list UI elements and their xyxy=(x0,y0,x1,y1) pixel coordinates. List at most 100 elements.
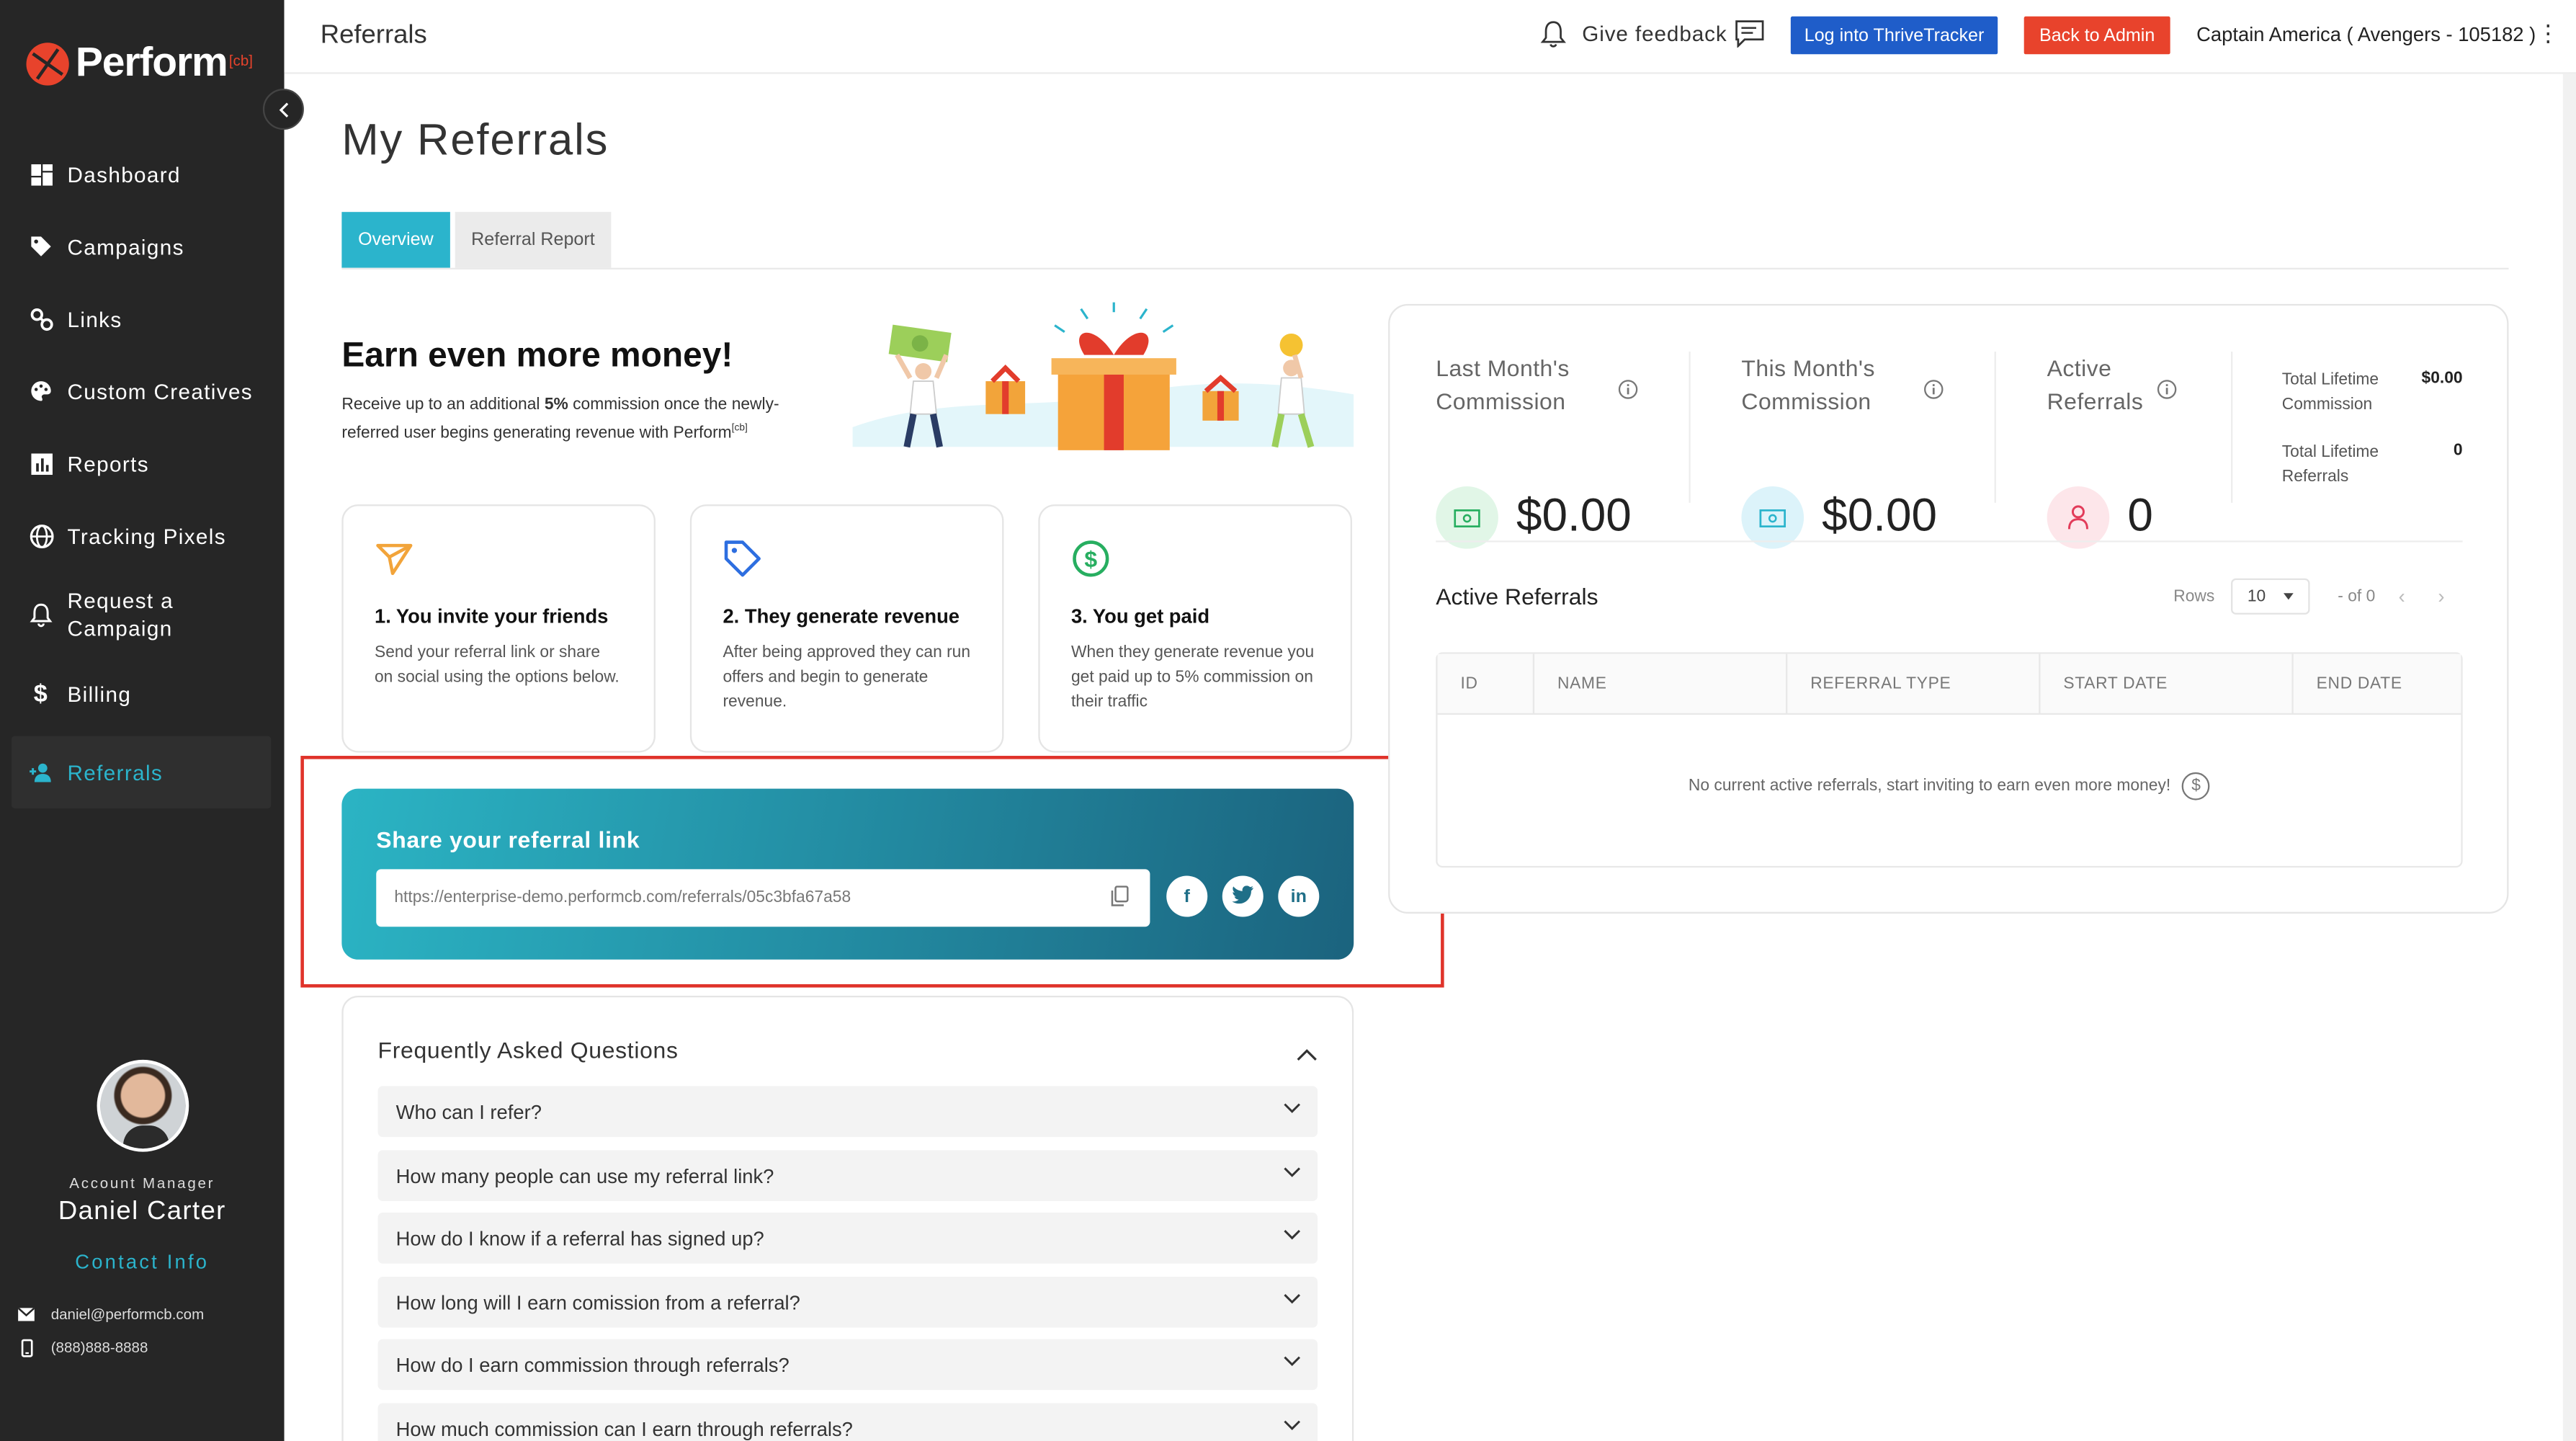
stat-label: This Month's Commission xyxy=(1741,354,1875,414)
faq-item[interactable]: How do I know if a referral has signed u… xyxy=(377,1213,1318,1264)
sidebar-item-referrals[interactable]: Referrals xyxy=(11,736,272,809)
account-email-row[interactable]: daniel@performcb.com xyxy=(0,1298,285,1331)
account-manager-name: Daniel Carter xyxy=(58,1197,226,1226)
column-header-name[interactable]: NAME xyxy=(1534,653,1788,715)
brand-suffix: [cb] xyxy=(228,51,253,68)
stat-divider xyxy=(1689,352,1691,503)
perform-logo-icon xyxy=(26,42,69,85)
promo-description: Receive up to an additional 5% commissio… xyxy=(341,394,834,445)
user-menu[interactable]: Captain America ( Avengers - 105182 ) xyxy=(2196,23,2536,46)
sidebar-item-request-campaign[interactable]: Request a Campaign xyxy=(0,572,285,658)
info-icon[interactable] xyxy=(1618,378,1638,408)
sidebar-item-custom-creatives[interactable]: Custom Creatives xyxy=(0,355,285,427)
caret-down-icon xyxy=(2284,593,2294,600)
chevron-right-icon[interactable]: › xyxy=(2438,585,2444,608)
column-header-end-date[interactable]: END DATE xyxy=(2294,654,2464,715)
sidebar-item-label: Tracking Pixels xyxy=(67,523,226,548)
rows-per-page-value: 10 xyxy=(2247,587,2266,606)
step-description: Send your referral link or share on soci… xyxy=(374,643,620,687)
mail-icon xyxy=(18,1308,35,1321)
promo-desc-sup: [cb] xyxy=(731,424,748,434)
column-header-id[interactable]: ID xyxy=(1438,653,1535,715)
copy-icon[interactable] xyxy=(1111,885,1129,915)
faq-item[interactable]: How long will I earn comission from a re… xyxy=(377,1276,1318,1328)
tab-overview[interactable]: Overview xyxy=(341,212,450,268)
user-plus-icon xyxy=(28,759,54,785)
stat-label: Last Month's Commission xyxy=(1436,354,1570,414)
stat-this-month: This Month's Commission $0.00 xyxy=(1741,352,2004,549)
column-header-referral-type[interactable]: REFERRAL TYPE xyxy=(1787,653,2041,715)
faq-item[interactable]: How much commission can I earn through r… xyxy=(377,1403,1318,1441)
chevron-left-icon xyxy=(278,102,288,117)
dollar-icon: $ xyxy=(33,679,49,708)
feedback-icon[interactable] xyxy=(1735,19,1764,55)
table-header: ID NAME REFERRAL TYPE START DATE END DAT… xyxy=(1437,653,2464,715)
notifications-bell-icon[interactable] xyxy=(1539,19,1567,57)
stat-value: $0.00 xyxy=(1822,489,1938,541)
dashboard-icon xyxy=(28,161,54,187)
faq-question: How long will I earn comission from a re… xyxy=(395,1290,800,1314)
facebook-share-button[interactable]: f xyxy=(1166,875,1208,917)
stat-divider xyxy=(2231,352,2233,503)
account-manager: Account Manager Daniel Carter Contact In… xyxy=(0,1059,285,1273)
gift-celebration-illustration xyxy=(852,302,1354,450)
tab-referral-report[interactable]: Referral Report xyxy=(455,212,612,268)
sidebar-item-reports[interactable]: Reports xyxy=(0,427,285,499)
sidebar-item-label: Billing xyxy=(67,681,132,706)
referral-link-input[interactable] xyxy=(376,869,1150,927)
collapse-sidebar-button[interactable] xyxy=(262,89,304,130)
step-title: 3. You get paid xyxy=(1070,604,1210,628)
page-scrollbar[interactable] xyxy=(2562,73,2576,1441)
faq-item[interactable]: How do I earn commission through referra… xyxy=(377,1339,1318,1391)
more-vertical-icon[interactable]: ⋮ xyxy=(2536,19,2559,48)
dollar-circle-icon: $ xyxy=(1071,539,1319,585)
step-card-paid: $ 3. You get paid When they generate rev… xyxy=(1038,504,1352,753)
twitter-share-button[interactable] xyxy=(1222,875,1264,917)
faq-item[interactable]: How many people can use my referral link… xyxy=(377,1150,1318,1202)
sidebar-item-label: Reports xyxy=(67,450,149,476)
column-header-start-date[interactable]: START DATE xyxy=(2041,653,2294,715)
tag-icon xyxy=(723,539,970,585)
empty-state-text: No current active referrals, start invit… xyxy=(1688,777,2171,795)
bell-icon xyxy=(28,602,54,628)
account-email: daniel@performcb.com xyxy=(50,1306,205,1323)
step-card-revenue: 2. They generate revenue After being app… xyxy=(689,504,1004,753)
back-to-admin-button[interactable]: Back to Admin xyxy=(2023,16,2170,55)
sidebar-item-label: Dashboard xyxy=(67,161,181,187)
chevron-up-icon[interactable] xyxy=(1296,1040,1318,1070)
promo-title: Earn even more money! xyxy=(341,336,733,375)
table-empty-state: No current active referrals, start invit… xyxy=(1438,772,2461,800)
sidebar-item-dashboard[interactable]: Dashboard xyxy=(0,138,285,210)
promo-desc-pre: Receive up to an additional xyxy=(341,396,545,414)
stats-divider xyxy=(1436,540,2463,543)
step-description: After being approved they can run offers… xyxy=(723,643,971,712)
twitter-icon xyxy=(1232,885,1254,908)
rows-per-page-select[interactable]: 10 xyxy=(2231,578,2310,615)
bar-chart-icon xyxy=(28,450,54,476)
sidebar-item-campaigns[interactable]: Campaigns xyxy=(0,210,285,282)
faq-question: How do I earn commission through referra… xyxy=(395,1352,790,1376)
sidebar-nav: Dashboard Campaigns Links Custom Creativ… xyxy=(0,138,285,809)
log-into-thrivetracker-button[interactable]: Log into ThriveTracker xyxy=(1790,16,1998,55)
account-phone-row[interactable]: (888)888-8888 xyxy=(0,1331,285,1364)
chevron-down-icon xyxy=(1284,1167,1301,1177)
info-icon[interactable] xyxy=(2157,378,2177,408)
user-icon xyxy=(2047,486,2110,549)
faq-title: Frequently Asked Questions xyxy=(377,1036,679,1063)
chevron-down-icon xyxy=(1284,1420,1301,1430)
sidebar-item-links[interactable]: Links xyxy=(0,282,285,354)
rows-label: Rows xyxy=(2173,588,2215,607)
contact-info-link[interactable]: Contact Info xyxy=(0,1250,285,1273)
money-icon xyxy=(1436,486,1498,549)
sidebar-item-billing[interactable]: $ Billing xyxy=(0,657,285,729)
sidebar-item-tracking-pixels[interactable]: Tracking Pixels xyxy=(0,499,285,571)
give-feedback-link[interactable]: Give feedback xyxy=(1582,22,1727,46)
brand-logo[interactable]: Perform [cb] xyxy=(26,40,253,87)
sidebar-item-label: Links xyxy=(67,306,122,331)
linkedin-share-button[interactable]: in xyxy=(1278,875,1320,917)
faq-item[interactable]: Who can I refer? xyxy=(377,1086,1318,1138)
chevron-left-icon[interactable]: ‹ xyxy=(2399,585,2405,608)
stat-value: $0.00 xyxy=(1516,489,1632,541)
info-icon[interactable] xyxy=(1924,378,1944,408)
pagination-info: - of 0 xyxy=(2338,588,2376,607)
